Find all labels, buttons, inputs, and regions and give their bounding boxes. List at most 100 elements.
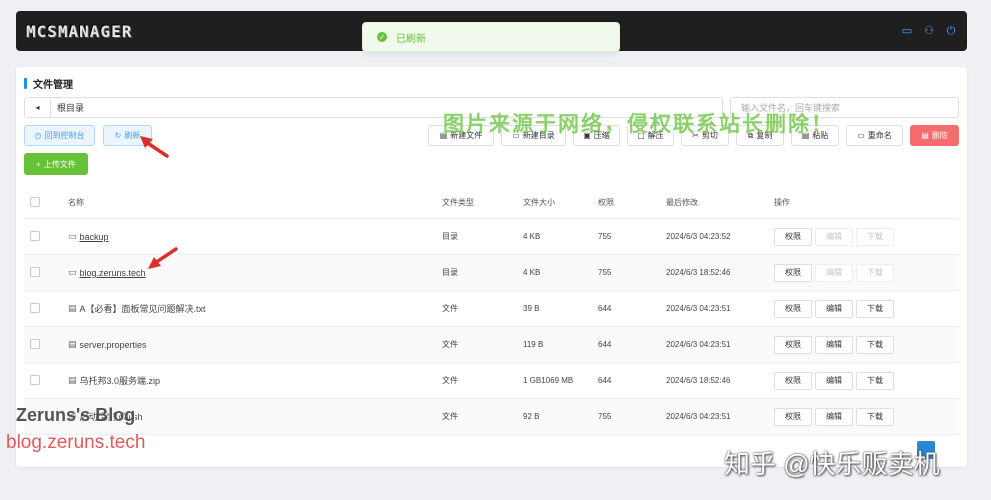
- edit-button[interactable]: 编辑: [815, 371, 853, 390]
- edit-button[interactable]: 编辑: [815, 299, 853, 318]
- download-button[interactable]: 下载: [856, 227, 894, 246]
- file-size: 119 B: [523, 340, 544, 349]
- file-modified-time: 2024/6/3 04:23:51: [666, 340, 731, 349]
- header-time: 最后修改: [666, 198, 698, 207]
- file-name[interactable]: blog.zeruns.tech: [80, 268, 146, 278]
- file-type: 文件: [442, 412, 458, 421]
- header-size: 文件大小: [523, 198, 555, 207]
- file-permission: 644: [598, 376, 612, 385]
- row-checkbox[interactable]: [30, 338, 40, 349]
- download-button[interactable]: 下载: [856, 335, 894, 354]
- table-row: ▤ 启动(需修改).sh 文件 92 B 755 2024/6/3 04:23:51 权限编…: [24, 399, 959, 435]
- zhihu-watermark: 知乎 @快乐贩卖机: [724, 449, 940, 479]
- file-icon: ▤: [68, 339, 77, 349]
- file-permission: 755: [598, 232, 612, 241]
- row-checkbox[interactable]: [30, 266, 40, 277]
- file-type: 文件: [442, 340, 458, 349]
- header-perm: 权限: [598, 198, 614, 207]
- blog-name-watermark: Zeruns's Blog: [16, 405, 136, 425]
- file-permission: 755: [598, 412, 612, 421]
- power-icon[interactable]: ⏻: [945, 25, 957, 37]
- trash-icon: ▤: [921, 131, 929, 140]
- file-icon: ▤: [68, 375, 77, 385]
- file-name[interactable]: server.properties: [80, 340, 147, 350]
- file-permission: 644: [598, 340, 612, 349]
- download-button[interactable]: 下载: [856, 371, 894, 390]
- permission-button[interactable]: 权限: [774, 335, 812, 354]
- file-permission: 644: [598, 304, 612, 313]
- file-modified-time: 2024/6/3 18:52:46: [666, 376, 731, 385]
- caret-left-icon: ◂: [35, 103, 40, 112]
- blog-url-watermark: blog.zeruns.tech: [6, 432, 146, 453]
- file-name[interactable]: 乌托邦3.0服务端.zip: [80, 374, 161, 387]
- download-button[interactable]: 下载: [856, 299, 894, 318]
- arrow-annotation-refresh: [140, 136, 169, 158]
- row-checkbox[interactable]: [30, 302, 40, 313]
- folder-icon: ▭: [68, 231, 77, 241]
- permission-button[interactable]: 权限: [774, 227, 812, 246]
- permission-button[interactable]: 权限: [774, 407, 812, 426]
- header-ops: 操作: [774, 198, 790, 207]
- console-button[interactable]: ◷ 回到控制台: [24, 125, 95, 146]
- table-row: ▤ 乌托邦3.0服务端.zip 文件 1 GB1069 MB 644 2024/6/3 1…: [24, 363, 959, 399]
- header-actions: ▭ ⚇ ⏻: [901, 25, 957, 37]
- table-row: ▤ A【必看】面板常见问题解决.txt 文件 39 B 644 2024/6/3 04:2…: [24, 291, 959, 327]
- file-modified-time: 2024/6/3 18:52:46: [666, 268, 731, 277]
- header-type: 文件类型: [442, 198, 474, 207]
- success-toast: ✓ 已刷新: [362, 22, 620, 52]
- folder-icon: ▭: [68, 267, 77, 277]
- file-size: 4 KB: [523, 268, 541, 277]
- app-logo: MCSMANAGER: [26, 21, 133, 41]
- file-icon: ▤: [68, 303, 77, 313]
- toast-message: 已刷新: [396, 33, 426, 45]
- permission-button[interactable]: 权限: [774, 299, 812, 318]
- row-checkbox[interactable]: [30, 230, 40, 241]
- file-size: 1 GB1069 MB: [523, 376, 574, 385]
- edit-button[interactable]: 编辑: [815, 227, 853, 246]
- plus-icon: +: [36, 159, 41, 169]
- arrow-annotation-folder: [148, 247, 178, 269]
- rename-icon: ▭: [857, 131, 865, 140]
- select-all-checkbox[interactable]: [30, 196, 40, 207]
- rename-button[interactable]: ▭ 重命名: [846, 125, 903, 146]
- file-size: 92 B: [523, 412, 540, 421]
- file-size: 39 B: [523, 304, 540, 313]
- file-permission: 755: [598, 268, 612, 277]
- refresh-icon: ↻: [114, 131, 122, 140]
- delete-label: 删除: [931, 131, 948, 140]
- edit-button[interactable]: 编辑: [815, 263, 853, 282]
- file-type: 目录: [442, 232, 458, 241]
- copyright-watermark: 图片来源于网络，侵权联系站长删除！: [443, 113, 834, 136]
- table-header: 名称 文件类型 文件大小 权限 最后修改 操作: [24, 187, 959, 219]
- file-type: 文件: [442, 304, 458, 313]
- permission-button[interactable]: 权限: [774, 263, 812, 282]
- console-label: 回到控制台: [44, 131, 85, 140]
- upload-button[interactable]: + 上传文件: [24, 153, 88, 175]
- check-circle-icon: ✓: [377, 32, 387, 42]
- file-size: 4 KB: [523, 232, 541, 241]
- delete-button[interactable]: ▤ 删除: [910, 125, 959, 146]
- back-button[interactable]: ◂: [25, 98, 51, 117]
- current-path: 根目录: [57, 103, 85, 113]
- file-table: 名称 文件类型 文件大小 权限 最后修改 操作 ▭ backup 目录 4 KB 755…: [24, 187, 959, 435]
- file-modified-time: 2024/6/3 04:23:52: [666, 232, 731, 241]
- file-name[interactable]: backup: [80, 232, 109, 242]
- download-button[interactable]: 下载: [856, 263, 894, 282]
- download-button[interactable]: 下载: [856, 407, 894, 426]
- file-modified-time: 2024/6/3 04:23:51: [666, 304, 731, 313]
- screen-icon[interactable]: ▭: [901, 25, 913, 37]
- edit-button[interactable]: 编辑: [815, 335, 853, 354]
- file-name[interactable]: A【必看】面板常见问题解决.txt: [80, 302, 206, 315]
- file-modified-time: 2024/6/3 04:23:51: [666, 412, 731, 421]
- rename-label: 重命名: [867, 131, 892, 140]
- edit-button[interactable]: 编辑: [815, 407, 853, 426]
- file-type: 目录: [442, 268, 458, 277]
- row-checkbox[interactable]: [30, 374, 40, 385]
- clock-icon: ◷: [34, 131, 42, 140]
- file-type: 文件: [442, 376, 458, 385]
- permission-button[interactable]: 权限: [774, 371, 812, 390]
- panel-title: 文件管理: [24, 76, 73, 91]
- header-name: 名称: [68, 198, 84, 207]
- upload-label: 上传文件: [43, 159, 76, 169]
- user-icon[interactable]: ⚇: [923, 25, 935, 37]
